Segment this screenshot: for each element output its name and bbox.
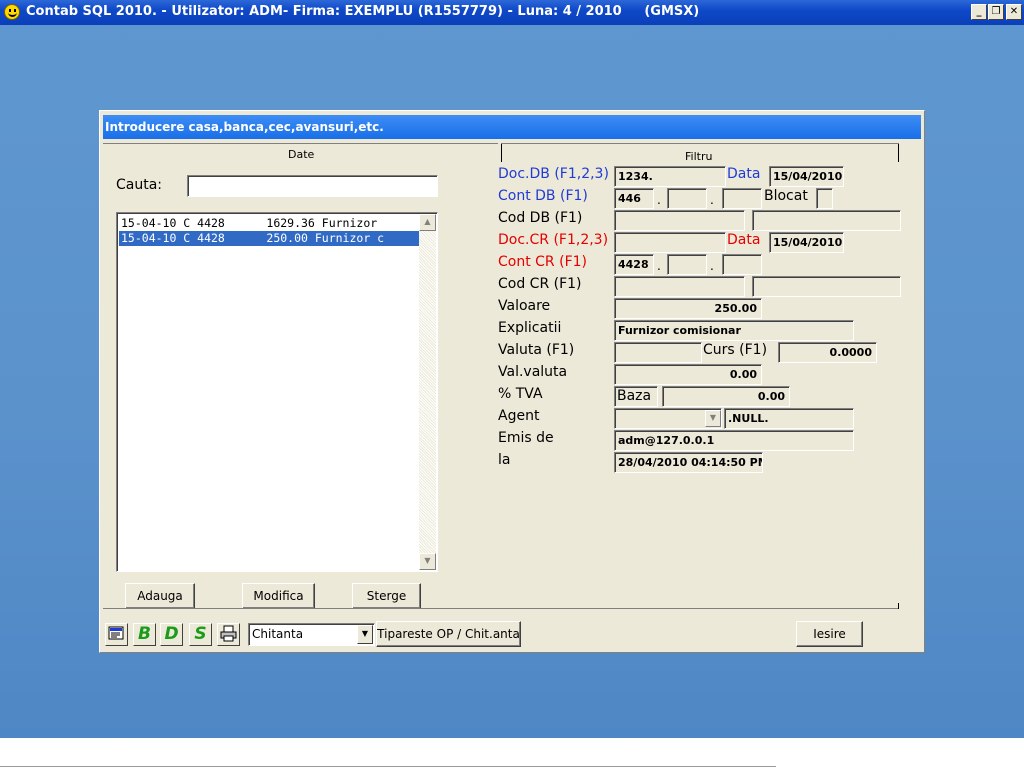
doc-cr-label: Doc.CR (F1,2,3) [498, 232, 609, 248]
list-item[interactable]: 15-04-10 C 4428 1629.36 Furnizor [119, 216, 421, 231]
data-label-db: Data [727, 166, 761, 182]
entries-list[interactable]: 15-04-10 C 4428 1629.36 Furnizor 15-04-1… [116, 212, 438, 572]
agent-dropdown[interactable]: ▼ [614, 408, 722, 429]
modify-button[interactable]: Modifica [242, 583, 315, 609]
printer-icon[interactable] [217, 623, 240, 646]
doc-db-field[interactable]: 1234. [614, 166, 726, 187]
scroll-down-arrow-icon[interactable]: ▼ [419, 553, 436, 570]
smiley-app-icon[interactable] [4, 4, 20, 20]
bottom-separator [103, 603, 899, 609]
valoare-field[interactable]: 250.00 [614, 298, 762, 319]
section-label-date: Date [288, 148, 315, 161]
status-panel [0, 738, 776, 767]
left-section-divider [103, 143, 498, 144]
la-label: la [498, 452, 511, 468]
explicatii-field[interactable]: Furnizor comisionar [614, 320, 854, 341]
search-input[interactable] [187, 175, 438, 197]
cont-db-field[interactable]: 446 [614, 188, 654, 209]
val-valuta-field[interactable]: 0.00 [614, 364, 762, 385]
blocat-label: Blocat [764, 188, 808, 204]
app-title: Contab SQL 2010. - Utilizator: ADM- Firm… [26, 4, 700, 19]
explicatii-label: Explicatii [498, 320, 562, 336]
valoare-label: Valoare [498, 298, 551, 314]
bottom-strip [0, 738, 1024, 768]
curs-field[interactable]: 0.0000 [778, 342, 877, 363]
add-button[interactable]: Adauga [125, 583, 195, 609]
cont-cr-field[interactable]: 4428 [614, 254, 654, 275]
cod-db-name-field[interactable] [752, 210, 901, 231]
cod-cr-label: Cod CR (F1) [498, 276, 582, 292]
curs-label: Curs (F1) [703, 342, 768, 358]
app-title-bar: Contab SQL 2010. - Utilizator: ADM- Firm… [0, 0, 1024, 25]
date-cr-field[interactable]: 15/04/2010 [769, 232, 844, 253]
search-label: Cauta: [116, 177, 163, 193]
separator-dot: . [657, 193, 661, 207]
document-type-select[interactable]: Chitanta ▼ [248, 623, 375, 646]
tva-field[interactable]: Baza [614, 386, 658, 407]
cod-db-field[interactable] [614, 210, 745, 231]
exit-button[interactable]: Iesire [796, 621, 863, 647]
cash-entry-dialog: Introducere casa,banca,cec,avansuri,etc.… [99, 110, 925, 653]
val-valuta-label: Val.valuta [498, 364, 568, 380]
separator-dot: . [657, 259, 661, 273]
cont-cr-label: Cont CR (F1) [498, 254, 587, 270]
minimize-button[interactable]: _ [971, 4, 987, 20]
la-field[interactable]: 28/04/2010 04:14:50 PM [614, 452, 763, 473]
agent-label: Agent [498, 408, 540, 424]
dropdown-arrow-icon[interactable]: ▼ [705, 410, 721, 427]
blocat-field[interactable] [816, 188, 833, 209]
agent-name-field[interactable]: .NULL. [724, 408, 854, 429]
dialog-title: Introducere casa,banca,cec,avansuri,etc. [103, 115, 921, 139]
s-icon[interactable]: S [189, 623, 212, 646]
print-op-button[interactable]: Tipareste OP / Chit.anta [376, 621, 521, 647]
b-icon[interactable]: B [133, 623, 156, 646]
doc-cr-field[interactable] [614, 232, 726, 253]
restore-button[interactable]: ❐ [988, 4, 1004, 20]
emis-field[interactable]: adm@127.0.0.1 [614, 430, 854, 451]
close-button[interactable]: ✕ [1006, 4, 1022, 20]
dropdown-arrow-icon[interactable]: ▼ [357, 625, 373, 644]
doc-db-label: Doc.DB (F1,2,3) [498, 166, 609, 182]
list-item-selected[interactable]: 15-04-10 C 4428 250.00 Furnizor c [119, 231, 421, 246]
cod-cr-name-field[interactable] [752, 276, 901, 297]
valuta-field[interactable] [614, 342, 702, 363]
cont-db-analytic-field[interactable] [667, 188, 707, 209]
scroll-up-arrow-icon[interactable]: ▲ [419, 214, 436, 231]
print-preview-icon[interactable] [105, 623, 128, 646]
data-label-cr: Data [727, 232, 761, 248]
cont-cr-sub-field[interactable] [722, 254, 762, 275]
section-label-filter: Filtru [685, 150, 713, 163]
cont-cr-analytic-field[interactable] [667, 254, 707, 275]
cod-db-label: Cod DB (F1) [498, 210, 583, 226]
separator-dot: . [710, 193, 714, 207]
baza-field[interactable]: 0.00 [662, 386, 790, 407]
document-type-value: Chitanta [252, 627, 304, 641]
cod-cr-field[interactable] [614, 276, 745, 297]
cont-db-label: Cont DB (F1) [498, 188, 588, 204]
list-scrollbar[interactable]: ▲ ▼ [419, 214, 436, 570]
tva-label: % TVA [498, 386, 543, 402]
separator-dot: . [710, 259, 714, 273]
valuta-label: Valuta (F1) [498, 342, 575, 358]
d-icon[interactable]: D [160, 623, 183, 646]
delete-button[interactable]: Sterge [352, 583, 421, 609]
cont-db-sub-field[interactable] [722, 188, 762, 209]
date-db-field[interactable]: 15/04/2010 [769, 166, 844, 187]
emis-label: Emis de [498, 430, 554, 446]
